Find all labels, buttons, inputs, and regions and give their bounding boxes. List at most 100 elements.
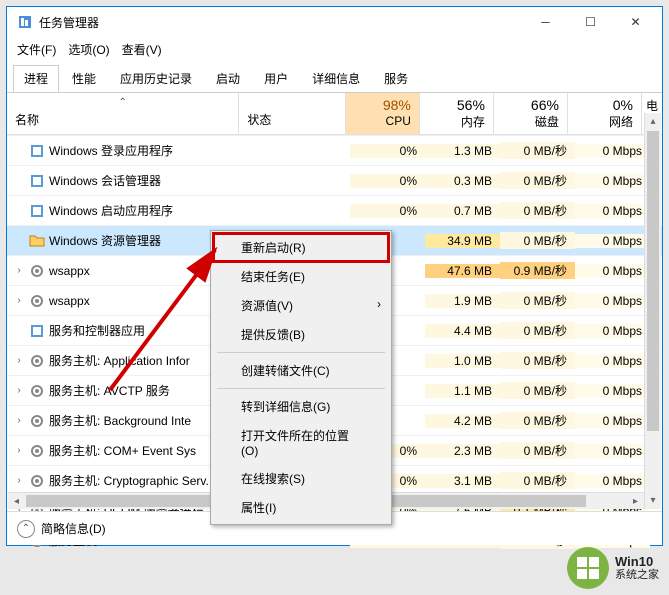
window-title: 任务管理器 xyxy=(39,14,523,31)
expander-icon[interactable]: › xyxy=(13,265,25,276)
cell-network: 0 Mbps xyxy=(575,354,650,368)
watermark: Win10 系统之家 xyxy=(567,547,659,589)
tab-performance[interactable]: 性能 xyxy=(61,65,107,92)
cell-memory: 47.6 MB xyxy=(425,264,500,278)
process-name: 服务主机: COM+ Event Sys xyxy=(49,442,196,459)
header-cpu[interactable]: 98% CPU xyxy=(345,93,419,134)
titlebar[interactable]: 任务管理器 ─ ☐ ✕ xyxy=(7,7,662,37)
tab-processes[interactable]: 进程 xyxy=(13,65,59,92)
cell-disk: 0 MB/秒 xyxy=(500,382,575,399)
watermark-brand: Win10 xyxy=(615,555,659,569)
watermark-sub: 系统之家 xyxy=(615,569,659,581)
header-memory[interactable]: 56% 内存 xyxy=(419,93,493,134)
process-name: Windows 会话管理器 xyxy=(49,172,161,189)
context-menu-item[interactable]: 结束任务(E) xyxy=(213,262,389,291)
menu-file[interactable]: 文件(F) xyxy=(17,41,56,58)
process-icon xyxy=(29,473,45,489)
menu-separator xyxy=(217,388,385,389)
expander-icon[interactable]: › xyxy=(13,295,25,306)
process-row[interactable]: Windows 启动应用程序0%0.7 MB0 MB/秒0 Mbps xyxy=(7,195,662,225)
cell-network: 0 Mbps xyxy=(575,174,650,188)
cell-network: 0 Mbps xyxy=(575,384,650,398)
header-disk[interactable]: 66% 磁盘 xyxy=(493,93,567,134)
cell-disk: 0 MB/秒 xyxy=(500,172,575,189)
cell-cpu: 0% xyxy=(350,144,425,158)
cell-network: 0 Mbps xyxy=(575,294,650,308)
scrollbar-vertical[interactable]: ▴ ▾ xyxy=(644,113,661,509)
menu-view[interactable]: 查看(V) xyxy=(122,41,162,58)
cell-disk: 0 MB/秒 xyxy=(500,472,575,489)
cell-memory: 1.3 MB xyxy=(425,144,500,158)
scroll-down-icon[interactable]: ▾ xyxy=(645,492,661,509)
process-row[interactable]: Windows 会话管理器0%0.3 MB0 MB/秒0 Mbps xyxy=(7,165,662,195)
cell-cpu: 0% xyxy=(350,174,425,188)
process-row[interactable]: Windows 登录应用程序 0%1.3 MB0 MB/秒0 Mbps xyxy=(7,135,662,165)
process-name: Windows 启动应用程序 xyxy=(49,202,173,219)
cell-disk: 0 MB/秒 xyxy=(500,322,575,339)
app-icon xyxy=(17,14,33,30)
cell-network: 0 Mbps xyxy=(575,414,650,428)
context-menu-item[interactable]: 属性(I) xyxy=(213,493,389,522)
process-name: 服务主机: Cryptographic Serv... xyxy=(49,472,216,489)
menu-options[interactable]: 选项(O) xyxy=(68,41,109,58)
cell-disk: 0 MB/秒 xyxy=(500,202,575,219)
cell-disk: 0 MB/秒 xyxy=(500,412,575,429)
column-headers: ⌃ 名称 状态 98% CPU 56% 内存 66% 磁盘 0% 网络 电 xyxy=(7,93,662,135)
cell-disk: 0 MB/秒 xyxy=(500,142,575,159)
tab-startup[interactable]: 启动 xyxy=(205,65,251,92)
cell-network: 0 Mbps xyxy=(575,144,650,158)
process-icon xyxy=(29,233,45,249)
process-name: wsappx xyxy=(49,294,90,308)
header-name[interactable]: ⌃ 名称 xyxy=(7,93,238,134)
expander-icon[interactable]: › xyxy=(13,415,25,426)
context-menu-item[interactable]: 资源值(V) xyxy=(213,291,389,320)
tab-details[interactable]: 详细信息 xyxy=(301,65,371,92)
scroll-right-icon[interactable]: ▸ xyxy=(627,493,644,509)
scroll-up-icon[interactable]: ▴ xyxy=(645,113,661,130)
tab-services[interactable]: 服务 xyxy=(373,65,419,92)
expander-icon[interactable]: › xyxy=(13,445,25,456)
cell-disk: 0 MB/秒 xyxy=(500,442,575,459)
expander-icon[interactable]: › xyxy=(13,385,25,396)
tab-users[interactable]: 用户 xyxy=(253,65,299,92)
scroll-thumb-v[interactable] xyxy=(647,131,659,431)
watermark-logo-icon xyxy=(567,547,609,589)
header-status[interactable]: 状态 xyxy=(238,93,344,134)
cell-memory: 1.1 MB xyxy=(425,384,500,398)
expander-icon[interactable]: › xyxy=(13,475,25,486)
cell-disk: 0 MB/秒 xyxy=(500,352,575,369)
maximize-button[interactable]: ☐ xyxy=(568,7,613,37)
process-icon xyxy=(29,353,45,369)
header-network[interactable]: 0% 网络 xyxy=(567,93,641,134)
process-name: 服务主机: Application Infor xyxy=(49,352,190,369)
process-icon xyxy=(29,173,45,189)
process-name: 服务主机: Background Inte xyxy=(49,412,191,429)
cell-memory: 1.0 MB xyxy=(425,354,500,368)
context-menu-item[interactable]: 创建转储文件(C) xyxy=(213,356,389,385)
tab-app-history[interactable]: 应用历史记录 xyxy=(109,65,203,92)
minimize-button[interactable]: ─ xyxy=(523,7,568,37)
cell-cpu: 0% xyxy=(350,204,425,218)
process-icon xyxy=(29,413,45,429)
scroll-left-icon[interactable]: ◂ xyxy=(8,493,25,509)
cell-network: 0 Mbps xyxy=(575,234,650,248)
cell-disk: 0 MB/秒 xyxy=(500,232,575,249)
fewer-details-icon[interactable]: ⌃ xyxy=(17,520,35,538)
fewer-details-label[interactable]: 简略信息(D) xyxy=(41,520,106,537)
close-button[interactable]: ✕ xyxy=(613,7,658,37)
process-icon xyxy=(29,323,45,339)
cell-disk: 0 MB/秒 xyxy=(500,292,575,309)
context-menu-item[interactable]: 打开文件所在的位置(O) xyxy=(213,421,389,464)
process-name: Windows 登录应用程序 xyxy=(49,142,173,159)
menubar: 文件(F) 选项(O) 查看(V) xyxy=(7,37,662,61)
context-menu-item[interactable]: 在线搜索(S) xyxy=(213,464,389,493)
context-menu: 重新启动(R)结束任务(E)资源值(V)提供反馈(B) 创建转储文件(C) 转到详细… xyxy=(210,230,392,525)
context-menu-item[interactable]: 转到详细信息(G) xyxy=(213,392,389,421)
process-icon xyxy=(29,263,45,279)
cell-network: 0 Mbps xyxy=(575,444,650,458)
context-menu-item[interactable]: 重新启动(R) xyxy=(213,233,389,262)
context-menu-item[interactable]: 提供反馈(B) xyxy=(213,320,389,349)
process-icon xyxy=(29,443,45,459)
cell-network: 0 Mbps xyxy=(575,324,650,338)
expander-icon[interactable]: › xyxy=(13,355,25,366)
